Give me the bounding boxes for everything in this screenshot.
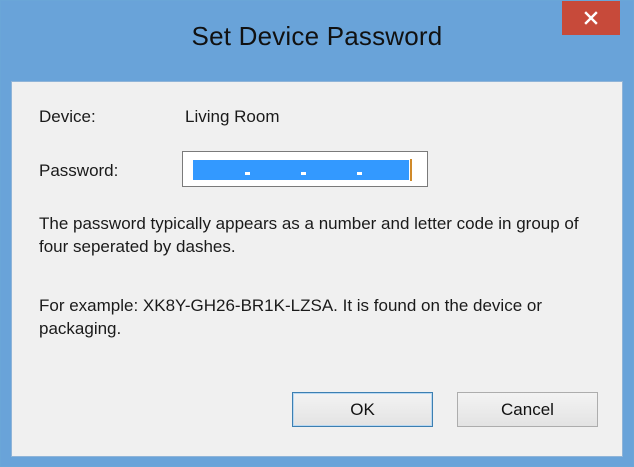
text-caret (410, 159, 412, 181)
password-selected-text (193, 160, 409, 180)
password-format-hint: The password typically appears as a numb… (39, 214, 579, 256)
close-button[interactable] (562, 1, 620, 35)
password-mask-dash (245, 172, 250, 175)
password-input[interactable] (182, 151, 428, 187)
close-icon (584, 11, 598, 25)
device-label: Device: (39, 107, 96, 126)
password-example-hint: For example: XK8Y-GH26-BR1K-LZSA. It is … (39, 296, 543, 338)
password-label: Password: (39, 161, 119, 180)
cancel-button[interactable]: Cancel (457, 392, 598, 427)
ok-button[interactable]: OK (292, 392, 433, 427)
password-mask-dash (357, 172, 362, 175)
set-device-password-dialog: Set Device Password Device: Living Room … (0, 0, 634, 467)
dialog-title: Set Device Password (191, 21, 443, 51)
dialog-body: Device: Living Room Password: The passwo… (11, 81, 623, 457)
title-bar[interactable]: Set Device Password (1, 1, 633, 81)
device-name-value: Living Room (185, 107, 280, 126)
password-mask-dash (301, 172, 306, 175)
